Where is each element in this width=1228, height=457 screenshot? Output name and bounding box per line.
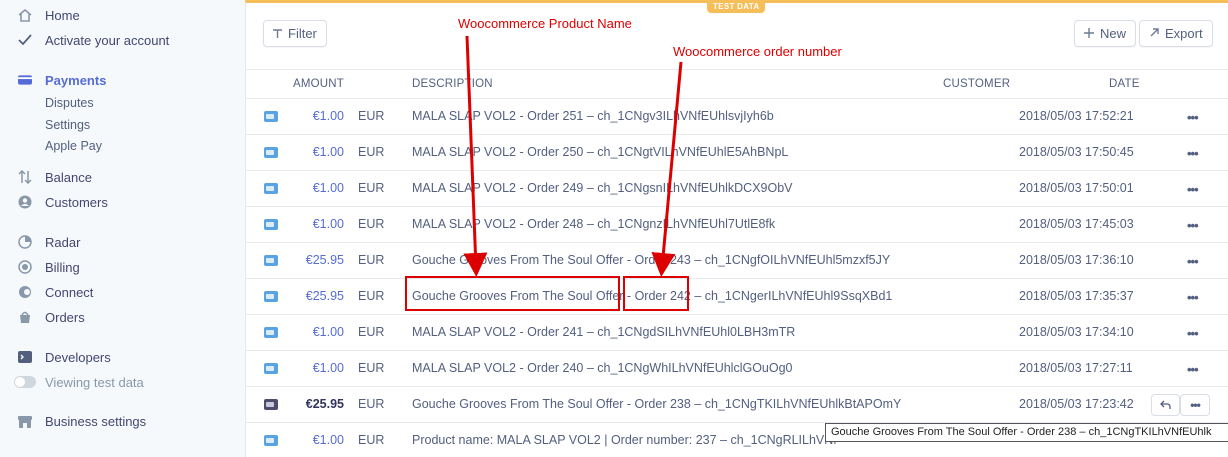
annotation-arrows xyxy=(463,35,683,277)
tooltip: Gouche Grooves From The Soul Offer - Ord… xyxy=(825,423,1228,442)
arrow-product-name xyxy=(463,35,488,277)
arrow-order-number xyxy=(651,61,683,277)
